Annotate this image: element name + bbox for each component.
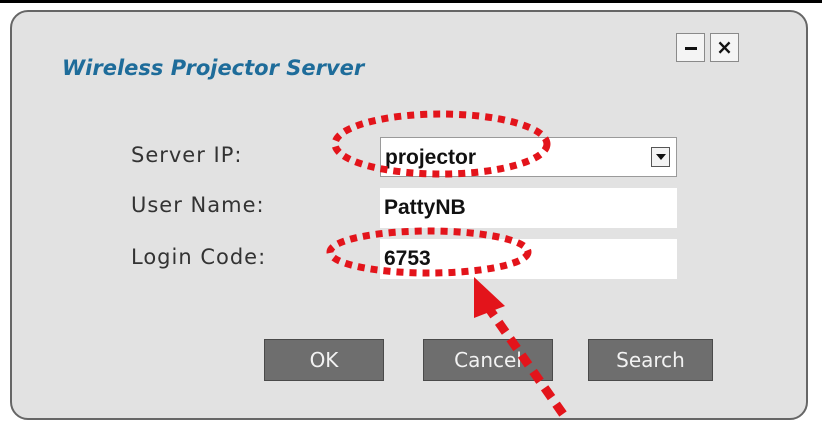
user-name-field[interactable]: PattyNB <box>380 188 677 228</box>
minimize-icon <box>685 47 697 50</box>
server-ip-label: Server IP: <box>131 143 243 167</box>
minimize-button[interactable] <box>676 33 705 62</box>
user-name-label: User Name: <box>131 193 265 217</box>
close-button[interactable]: × <box>710 33 739 62</box>
login-code-label: Login Code: <box>131 245 267 269</box>
server-ip-select[interactable]: projector <box>380 137 677 177</box>
dialog-title: Wireless Projector Server <box>62 56 365 80</box>
cancel-button[interactable]: Cancel <box>423 339 553 381</box>
dropdown-arrow-icon[interactable] <box>651 147 670 167</box>
search-button[interactable]: Search <box>588 339 713 381</box>
server-ip-value: projector <box>385 146 477 169</box>
close-icon: × <box>716 35 733 59</box>
login-code-field[interactable]: 6753 <box>380 239 677 279</box>
ok-button[interactable]: OK <box>264 339 384 381</box>
user-name-value: PattyNB <box>384 196 466 219</box>
top-border-line <box>0 0 822 3</box>
login-code-value: 6753 <box>384 247 431 270</box>
